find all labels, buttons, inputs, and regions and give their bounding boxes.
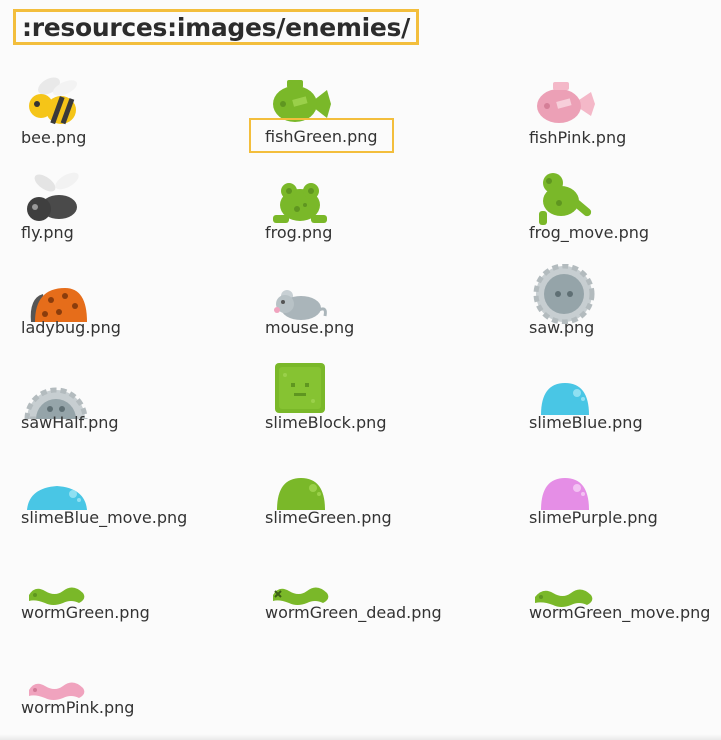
file-name-label: slimeGreen.png	[265, 508, 392, 527]
file-item[interactable]: ladybug.png	[21, 264, 261, 354]
slime-blue-icon	[529, 359, 599, 419]
slime-green-icon	[265, 454, 335, 514]
file-item[interactable]: slimePurple.png	[529, 454, 721, 544]
file-name-label: sawHalf.png	[21, 413, 119, 432]
worm-green-dead-icon	[265, 549, 335, 609]
file-name-label: mouse.png	[265, 318, 355, 337]
file-item[interactable]: frog_move.png	[529, 169, 721, 259]
frog-icon	[265, 169, 335, 229]
file-item[interactable]: bee.png	[21, 74, 261, 164]
scroll-edge	[0, 734, 721, 740]
file-name-label: saw.png	[529, 318, 595, 337]
file-item[interactable]: fishPink.png	[529, 74, 721, 164]
file-item[interactable]: wormPink.png	[21, 644, 261, 734]
worm-pink-icon	[21, 644, 91, 704]
file-name-label: wormGreen_dead.png	[265, 603, 442, 622]
file-item[interactable]: wormGreen.png	[21, 549, 261, 639]
file-name-label: slimeBlue_move.png	[21, 508, 188, 527]
ladybug-icon	[21, 264, 91, 324]
file-name-label: bee.png	[21, 128, 87, 147]
fish-pink-icon	[529, 74, 599, 134]
bee-icon	[21, 74, 91, 134]
mouse-icon	[265, 264, 335, 324]
file-name-label: fly.png	[21, 223, 74, 242]
file-name-label: slimePurple.png	[529, 508, 658, 527]
path-title: :resources:images/enemies/	[13, 9, 419, 45]
file-item[interactable]: slimeGreen.png	[265, 454, 505, 544]
file-item[interactable]: wormGreen_move.png	[529, 549, 721, 639]
file-item[interactable]: sawHalf.png	[21, 359, 261, 449]
file-item[interactable]: fishGreen.png	[249, 74, 505, 164]
slime-block-icon	[265, 359, 335, 419]
file-item[interactable]: wormGreen_dead.png	[265, 549, 505, 639]
file-name-label: wormGreen_move.png	[529, 603, 711, 622]
fly-icon	[21, 169, 91, 229]
slime-purple-icon	[529, 454, 599, 514]
file-name-label: slimeBlue.png	[529, 413, 643, 432]
file-item[interactable]: slimeBlock.png	[265, 359, 505, 449]
file-name-label: wormPink.png	[21, 698, 135, 717]
file-item[interactable]: frog.png	[265, 169, 505, 259]
file-name-label: wormGreen.png	[21, 603, 150, 622]
saw-icon	[529, 263, 599, 325]
file-name-label: frog.png	[265, 223, 333, 242]
file-name-label: ladybug.png	[21, 318, 121, 337]
saw-half-icon	[21, 359, 91, 422]
file-name-label: fishPink.png	[529, 128, 627, 147]
file-name-label: frog_move.png	[529, 223, 650, 242]
frog-move-icon	[529, 169, 599, 229]
file-item[interactable]: slimeBlue.png	[529, 359, 721, 449]
worm-green-move-icon	[529, 549, 599, 609]
file-name-label: slimeBlock.png	[265, 413, 387, 432]
file-item[interactable]: saw.png	[529, 263, 721, 354]
file-item[interactable]: fly.png	[21, 169, 261, 259]
file-item[interactable]: slimeBlue_move.png	[21, 454, 261, 544]
worm-green-icon	[21, 549, 91, 609]
slime-blue-move-icon	[21, 454, 91, 514]
file-item[interactable]: mouse.png	[265, 264, 505, 354]
file-name-label: fishGreen.png	[249, 118, 394, 153]
